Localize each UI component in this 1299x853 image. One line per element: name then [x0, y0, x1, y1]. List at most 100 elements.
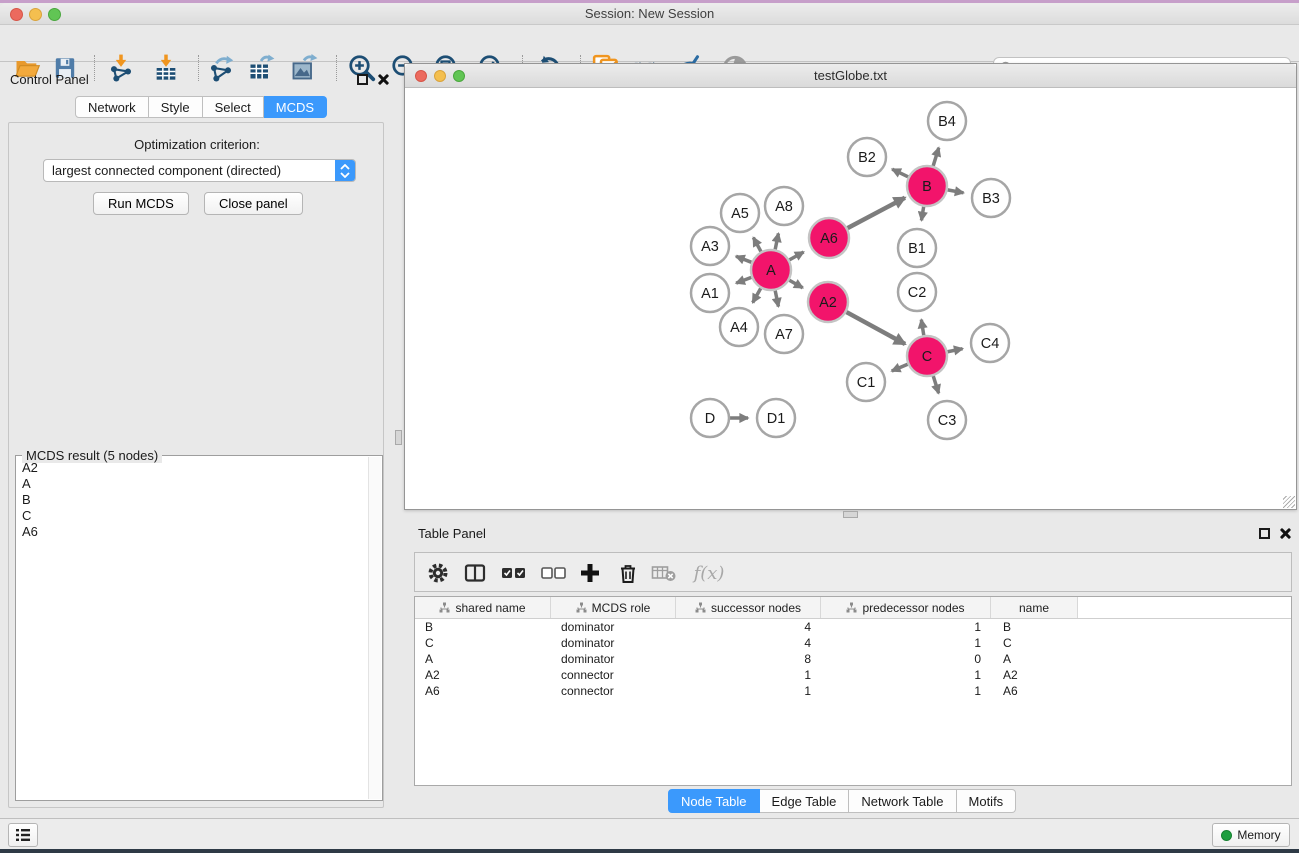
cell-predecessor-nodes[interactable]: 0 [821, 651, 991, 667]
node-A3[interactable]: A3 [691, 227, 729, 265]
settings-gear-icon[interactable] [423, 559, 453, 587]
cell-predecessor-nodes[interactable]: 1 [821, 683, 991, 699]
node-A6[interactable]: A6 [809, 218, 849, 258]
edge-A2-C[interactable] [846, 312, 905, 344]
node-A7[interactable]: A7 [765, 315, 803, 353]
close-panel-button[interactable]: Close panel [204, 192, 303, 215]
table-close-icon[interactable] [1278, 527, 1291, 540]
cell-successor-nodes[interactable]: 8 [676, 651, 821, 667]
memory-button[interactable]: Memory [1212, 823, 1290, 847]
cell-shared-name[interactable]: A2 [415, 667, 551, 683]
network-window-titlebar[interactable]: testGlobe.txt [405, 64, 1296, 88]
node-B3[interactable]: B3 [972, 179, 1010, 217]
tab-edge-table[interactable]: Edge Table [760, 789, 850, 813]
edge-A-A2[interactable] [789, 280, 802, 288]
cell-predecessor-nodes[interactable]: 1 [821, 619, 991, 635]
run-mcds-button[interactable]: Run MCDS [93, 192, 189, 215]
cell-name[interactable]: B [991, 619, 1078, 635]
node-A4[interactable]: A4 [720, 308, 758, 346]
column-header-predecessor-nodes[interactable]: predecessor nodes [821, 597, 991, 618]
edge-B-B4[interactable] [933, 148, 939, 166]
result-item[interactable]: A6 [16, 524, 368, 540]
show-column-icon[interactable] [460, 559, 490, 587]
edge-A-A5[interactable] [753, 238, 761, 252]
node-D1[interactable]: D1 [757, 399, 795, 437]
result-item[interactable]: C [16, 508, 368, 524]
cell-successor-nodes[interactable]: 1 [676, 683, 821, 699]
export-table-icon[interactable] [245, 52, 277, 84]
close-panel-icon[interactable] [376, 73, 389, 86]
tab-select[interactable]: Select [203, 96, 264, 118]
node-A2[interactable]: A2 [808, 282, 848, 322]
export-network-icon[interactable] [205, 52, 237, 84]
export-image-icon[interactable] [288, 52, 320, 84]
criterion-dropdown[interactable]: largest connected component (directed) [43, 159, 356, 182]
edge-C-C2[interactable] [921, 320, 923, 336]
tab-style[interactable]: Style [149, 96, 203, 118]
import-table-icon[interactable] [150, 52, 182, 84]
result-item[interactable]: A2 [16, 460, 368, 476]
result-item[interactable]: A [16, 476, 368, 492]
cell-shared-name[interactable]: B [415, 619, 551, 635]
node-A5[interactable]: A5 [721, 194, 759, 232]
cell-name[interactable]: C [991, 635, 1078, 651]
edge-C-C3[interactable] [933, 376, 938, 393]
table-row[interactable]: Bdominator41B [415, 619, 1291, 635]
result-scrollbar[interactable] [368, 457, 381, 799]
bottom-divider-handle[interactable] [843, 511, 858, 518]
edge-C-C4[interactable] [948, 349, 963, 352]
node-B4[interactable]: B4 [928, 102, 966, 140]
cell-MCDS-role[interactable]: dominator [551, 635, 676, 651]
edge-C-C1[interactable] [892, 364, 908, 371]
function-fx-icon[interactable]: f(x) [687, 559, 731, 587]
result-item[interactable]: B [16, 492, 368, 508]
delete-row-icon[interactable] [613, 559, 643, 587]
table-row[interactable]: Adominator80A [415, 651, 1291, 667]
tab-mcds[interactable]: MCDS [264, 96, 327, 118]
tab-motifs[interactable]: Motifs [957, 789, 1017, 813]
node-C3[interactable]: C3 [928, 401, 966, 439]
table-row[interactable]: A6connector11A6 [415, 683, 1291, 699]
cell-MCDS-role[interactable]: connector [551, 683, 676, 699]
unselect-all-icon[interactable] [539, 559, 569, 587]
edge-A-A3[interactable] [736, 256, 751, 262]
node-B1[interactable]: B1 [898, 229, 936, 267]
add-row-icon[interactable] [575, 559, 605, 587]
edge-A6-B[interactable] [848, 198, 905, 228]
column-header-name[interactable]: name [991, 597, 1078, 618]
import-network-icon[interactable] [105, 52, 137, 84]
column-header-successor-nodes[interactable]: successor nodes [676, 597, 821, 618]
node-C2[interactable]: C2 [898, 273, 936, 311]
cell-name[interactable]: A2 [991, 667, 1078, 683]
edge-A-A8[interactable] [775, 233, 778, 249]
float-panel-icon[interactable] [357, 74, 368, 85]
edge-A-A4[interactable] [753, 288, 761, 302]
node-C4[interactable]: C4 [971, 324, 1009, 362]
cell-successor-nodes[interactable]: 4 [676, 635, 821, 651]
cell-name[interactable]: A6 [991, 683, 1078, 699]
tab-network[interactable]: Network [75, 96, 149, 118]
cell-shared-name[interactable]: A6 [415, 683, 551, 699]
tab-network-table[interactable]: Network Table [849, 789, 956, 813]
node-C1[interactable]: C1 [847, 363, 885, 401]
cell-successor-nodes[interactable]: 4 [676, 619, 821, 635]
node-D[interactable]: D [691, 399, 729, 437]
node-A8[interactable]: A8 [765, 187, 803, 225]
cell-shared-name[interactable]: A [415, 651, 551, 667]
column-header-shared-name[interactable]: shared name [415, 597, 551, 618]
cell-MCDS-role[interactable]: dominator [551, 619, 676, 635]
select-all-icon[interactable] [499, 559, 529, 587]
cell-predecessor-nodes[interactable]: 1 [821, 667, 991, 683]
column-header-MCDS-role[interactable]: MCDS role [551, 597, 676, 618]
node-B2[interactable]: B2 [848, 138, 886, 176]
cell-MCDS-role[interactable]: dominator [551, 651, 676, 667]
table-float-icon[interactable] [1259, 528, 1270, 539]
edge-A-A6[interactable] [789, 252, 803, 260]
edge-A-A7[interactable] [775, 291, 778, 307]
cell-MCDS-role[interactable]: connector [551, 667, 676, 683]
node-B[interactable]: B [907, 166, 947, 206]
table-row[interactable]: A2connector11A2 [415, 667, 1291, 683]
cell-shared-name[interactable]: C [415, 635, 551, 651]
delete-table-icon[interactable] [649, 559, 679, 587]
cell-predecessor-nodes[interactable]: 1 [821, 635, 991, 651]
